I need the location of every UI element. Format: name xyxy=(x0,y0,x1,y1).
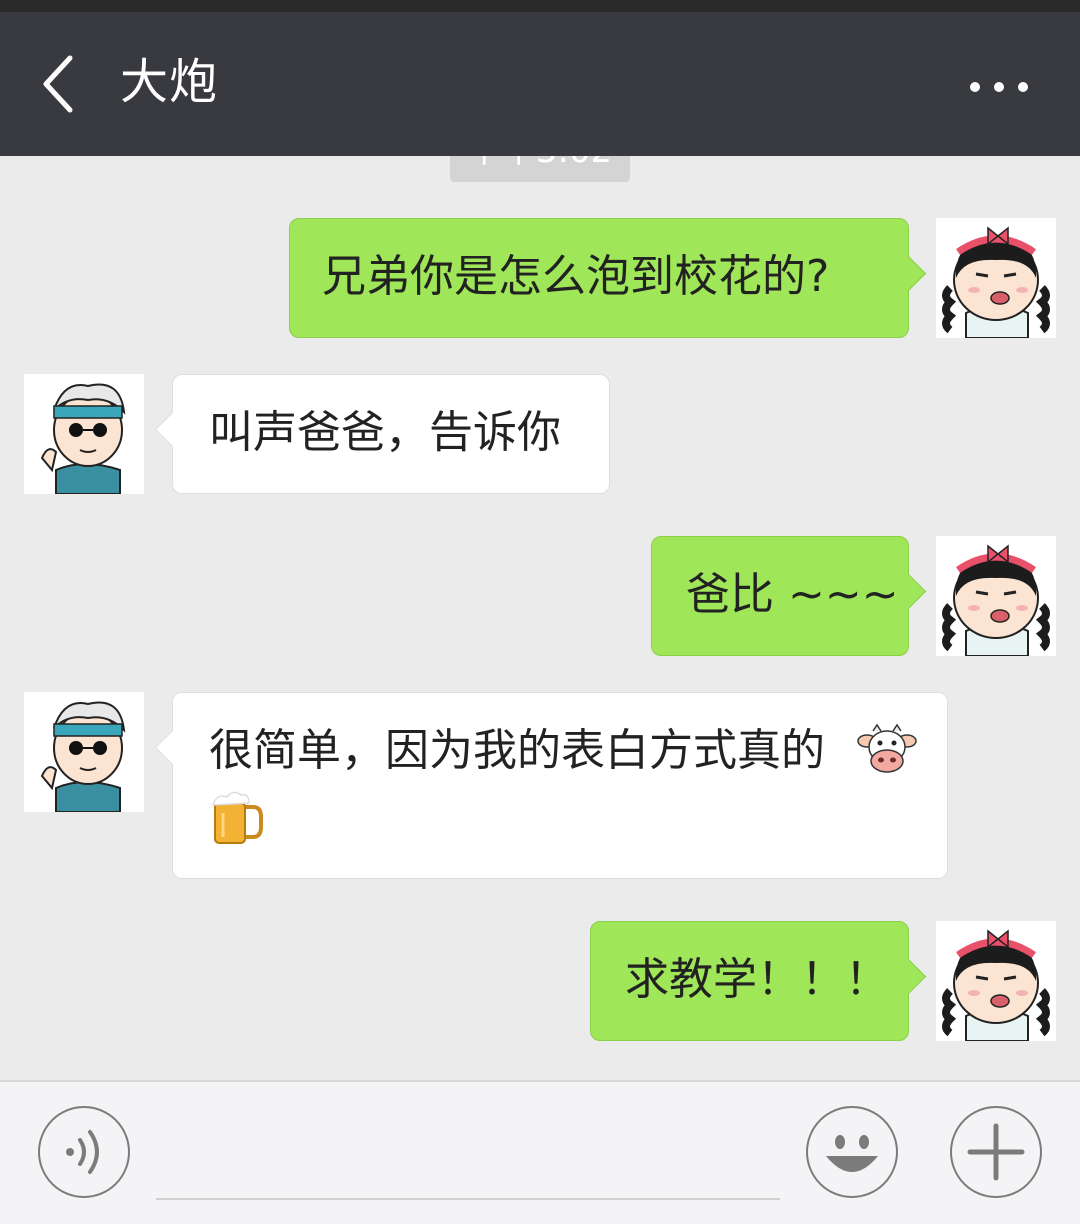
beer-mug-emoji xyxy=(211,791,263,844)
emoji-button[interactable] xyxy=(806,1106,898,1198)
old-man-avatar-icon xyxy=(24,692,144,812)
message-text: 兄弟你是怎么泡到校花的? xyxy=(322,251,830,302)
girl-avatar-icon xyxy=(936,921,1056,1041)
plus-icon xyxy=(967,1123,1025,1181)
message-bubble-sent[interactable]: 兄弟你是怎么泡到校花的? xyxy=(289,218,927,338)
message-text: 求教学！！！ xyxy=(625,954,889,1005)
more-dots-icon xyxy=(970,82,980,92)
message-text: 爸比 ~~~ xyxy=(686,569,899,620)
input-bar xyxy=(0,1080,1080,1224)
contact-avatar[interactable] xyxy=(24,374,144,494)
title-bar: 大炮 xyxy=(0,12,1080,156)
message-bubble-received[interactable]: 很简单，因为我的表白方式真的 xyxy=(154,692,948,879)
message-bubble-received[interactable]: 叫声爸爸，告诉你 xyxy=(154,374,610,494)
girl-avatar-icon xyxy=(936,218,1056,338)
message-text: 很简单，因为我的表白方式真的 xyxy=(209,725,825,776)
my-avatar[interactable] xyxy=(936,218,1056,338)
chevron-left-icon xyxy=(43,55,73,113)
contact-avatar[interactable] xyxy=(24,692,144,812)
smiley-icon xyxy=(826,1135,878,1172)
voice-icon xyxy=(66,1130,99,1174)
cow-face-emoji xyxy=(857,723,917,773)
more-actions-button[interactable] xyxy=(950,1106,1042,1198)
girl-avatar-icon xyxy=(936,536,1056,656)
message-text: 叫声爸爸，告诉你 xyxy=(209,407,561,458)
old-man-avatar-icon xyxy=(24,374,144,494)
my-avatar[interactable] xyxy=(936,921,1056,1041)
back-button[interactable] xyxy=(30,48,90,120)
my-avatar[interactable] xyxy=(936,536,1056,656)
timestamp-text: 下午3:02 xyxy=(450,156,630,174)
message-input[interactable] xyxy=(156,1122,784,1194)
more-button[interactable] xyxy=(970,72,1030,102)
voice-button[interactable] xyxy=(38,1106,130,1198)
message-bubble-sent[interactable]: 求教学！！！ xyxy=(590,921,927,1041)
timestamp-pill: 下午3:02 xyxy=(450,156,630,182)
input-underline xyxy=(156,1198,780,1200)
status-bar xyxy=(0,0,1080,12)
chat-title: 大炮 xyxy=(120,54,219,110)
message-bubble-sent[interactable]: 爸比 ~~~ xyxy=(651,536,927,656)
